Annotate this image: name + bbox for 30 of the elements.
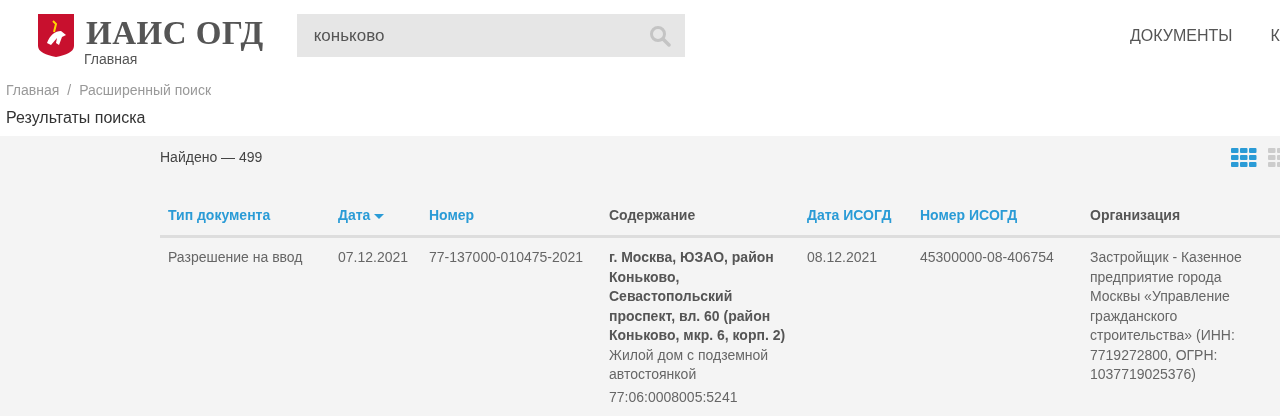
- nav-link[interactable]: ДОКУМЕНТЫ: [1130, 27, 1233, 45]
- search-field[interactable]: коньково: [296, 14, 685, 57]
- results-count: Найдено — 499: [160, 149, 263, 165]
- table-cell: 07.12.2021: [330, 236, 421, 416]
- column-header[interactable]: Дата: [330, 207, 421, 237]
- column-header[interactable]: Номер: [421, 207, 601, 237]
- site-subtitle: Главная: [84, 51, 139, 67]
- table-cell: Застройщик - Казенное предприятие города Москвы «Управление гражданского строительства» (ИНН: 7719272800, ОГРН: 1037719025376): [1082, 236, 1280, 416]
- column-header[interactable]: Номер ИСОГД: [912, 207, 1082, 237]
- table-cell: 45300000-08-406754: [912, 236, 1082, 416]
- breadcrumb-separator: /: [67, 82, 72, 98]
- description-text: Жилой дом с подземной автостоянкой: [609, 345, 770, 384]
- address-text: г. Москва, ЮЗАО, район Коньково, Севастопольский проспект, вл. 60 (район Коньково, мкр. 6, корп. 2): [609, 248, 787, 345]
- page-title: Результаты поиска: [5, 108, 147, 128]
- cadastral-number: 77:06:0008005:5241: [609, 387, 739, 407]
- grid-view-icon[interactable]: [1231, 147, 1257, 167]
- coat-of-arms-logo: [37, 13, 75, 58]
- sort-caret-icon: [374, 214, 385, 220]
- column-header[interactable]: Дата ИСОГД: [799, 207, 912, 237]
- table-cell: 08.12.2021: [799, 236, 912, 416]
- site-title: ИАИС ОГД: [86, 14, 264, 53]
- column-header: Содержание: [601, 207, 799, 237]
- column-header[interactable]: Тип документа: [160, 207, 330, 237]
- search-icon[interactable]: [648, 25, 671, 47]
- nav-link[interactable]: К: [1270, 27, 1280, 45]
- table-cell: 77-137000-010475-2021: [421, 236, 601, 416]
- breadcrumb-link[interactable]: Главная: [6, 82, 60, 98]
- table-cell: Разрешение на ввод: [160, 236, 330, 416]
- breadcrumb-link[interactable]: Расширенный поиск: [79, 82, 212, 98]
- column-header: Организация: [1082, 207, 1280, 237]
